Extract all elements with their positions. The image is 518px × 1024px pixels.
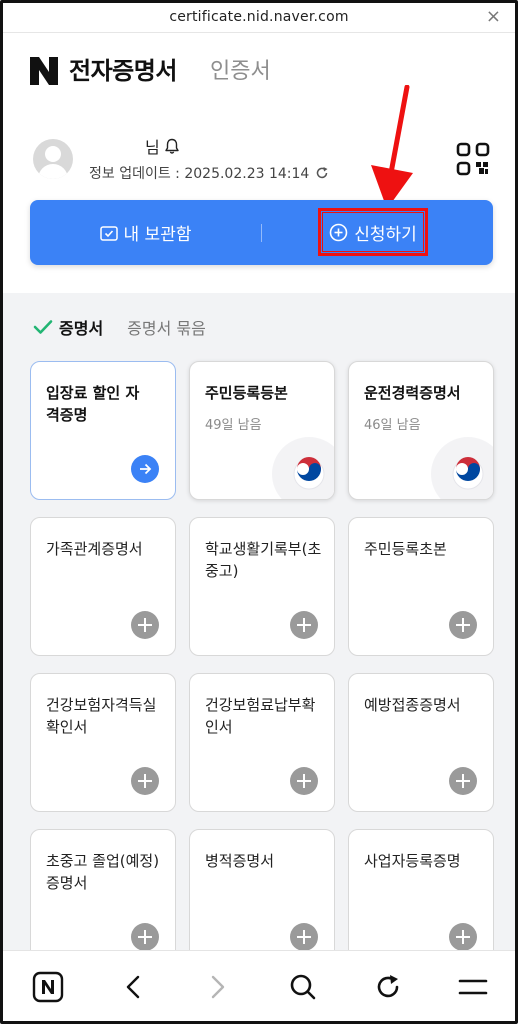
certificate-tabs: 증명서 증명서 묶음 <box>33 315 206 339</box>
reload-icon <box>377 975 399 998</box>
plus-icon[interactable] <box>449 923 477 951</box>
tab-certificates-label: 증명서 <box>59 319 104 338</box>
back-button[interactable] <box>115 969 151 1005</box>
plus-icon[interactable] <box>449 767 477 795</box>
reload-button[interactable] <box>370 969 406 1005</box>
forward-icon <box>211 975 225 999</box>
qr-code-icon[interactable] <box>455 141 491 177</box>
card-title: 입장료 할인 자격증명 <box>46 384 140 424</box>
menu-icon <box>458 979 488 995</box>
card-title: 사업자등록증명 <box>364 852 461 870</box>
archive-check-icon <box>99 225 118 241</box>
my-storage-button[interactable]: 내 보관함 <box>30 200 261 265</box>
url-bar: certificate.nid.naver.com × <box>3 3 515 33</box>
card-title: 가족관계증명서 <box>46 540 143 558</box>
url-text: certificate.nid.naver.com <box>169 9 349 25</box>
update-label: 정보 업데이트 : 2025.02.23 14:14 <box>89 166 310 182</box>
forward-button[interactable] <box>200 969 236 1005</box>
refresh-icon[interactable] <box>315 166 329 180</box>
card-resident-abstract[interactable]: 주민등록초본 <box>348 517 494 656</box>
plus-icon[interactable] <box>290 611 318 639</box>
card-resident-registration-copy[interactable]: 주민등록등본 49일 남음 <box>189 361 335 500</box>
naver-home-button[interactable] <box>30 969 66 1005</box>
tab-certificates[interactable]: 증명서 <box>33 315 103 339</box>
check-icon <box>33 320 53 334</box>
card-admission-discount[interactable]: 입장료 할인 자격증명 <box>30 361 176 500</box>
plus-icon[interactable] <box>131 611 159 639</box>
pointer-arrow-icon <box>371 85 413 209</box>
card-title: 운전경력증명서 <box>364 384 461 402</box>
apply-button[interactable]: 신청하기 <box>318 208 428 256</box>
name-suffix: 님 <box>145 138 160 157</box>
card-business-registration[interactable]: 사업자등록증명 <box>348 829 494 968</box>
plus-icon[interactable] <box>290 767 318 795</box>
plus-circle-icon <box>329 223 348 241</box>
tab-certificate-bundles[interactable]: 증명서 묶음 <box>127 315 206 339</box>
app-header: 전자증명서 인증서 <box>3 33 515 103</box>
page-title: 전자증명서 <box>69 57 177 85</box>
card-title: 예방접종증명서 <box>364 696 461 714</box>
card-title: 건강보험자격득실확인서 <box>46 696 157 736</box>
card-title: 학교생활기록부(초중고) <box>205 540 322 580</box>
card-graduation[interactable]: 초중고 졸업(예정)증명서 <box>30 829 176 968</box>
plus-icon[interactable] <box>131 923 159 951</box>
card-title: 주민등록초본 <box>364 540 447 558</box>
apply-label: 신청하기 <box>354 224 417 245</box>
card-military-service[interactable]: 병적증명서 <box>189 829 335 968</box>
action-bar: 내 보관함 신청하기 <box>30 200 493 265</box>
card-title: 병적증명서 <box>205 852 275 870</box>
back-icon <box>126 975 140 999</box>
close-button[interactable]: × <box>486 6 501 27</box>
tab-certificate[interactable]: 인증서 <box>210 53 271 85</box>
card-title: 주민등록등본 <box>205 384 288 402</box>
search-button[interactable] <box>285 969 321 1005</box>
bottom-navigation <box>3 950 515 1021</box>
card-family-relation[interactable]: 가족관계증명서 <box>30 517 176 656</box>
user-name-row: 님 <box>145 134 180 158</box>
card-title: 초중고 졸업(예정)증명서 <box>46 852 160 892</box>
card-title: 건강보험료납부확인서 <box>205 696 316 736</box>
korea-emblem-icon <box>272 437 334 499</box>
my-storage-label: 내 보관함 <box>123 225 192 245</box>
plus-icon[interactable] <box>449 611 477 639</box>
card-vaccination[interactable]: 예방접종증명서 <box>348 673 494 812</box>
bell-icon[interactable] <box>164 138 180 155</box>
card-health-insurance-qualification[interactable]: 건강보험자격득실확인서 <box>30 673 176 812</box>
app-frame: certificate.nid.naver.com × 전자증명서 인증서 님 … <box>0 0 518 1024</box>
card-health-insurance-payment[interactable]: 건강보험료납부확인서 <box>189 673 335 812</box>
naver-n-icon <box>30 57 58 85</box>
arrow-right-icon[interactable] <box>131 455 159 483</box>
days-remaining: 46일 남음 <box>364 418 421 433</box>
search-icon <box>290 974 316 1000</box>
avatar[interactable] <box>33 139 73 179</box>
korea-emblem-icon <box>431 437 493 499</box>
days-remaining: 49일 남음 <box>205 418 262 433</box>
plus-icon[interactable] <box>290 923 318 951</box>
menu-button[interactable] <box>455 969 491 1005</box>
card-school-record[interactable]: 학교생활기록부(초중고) <box>189 517 335 656</box>
action-divider <box>261 224 262 242</box>
naver-n-icon <box>32 971 64 1003</box>
certificate-list-area: 증명서 증명서 묶음 입장료 할인 자격증명 주민등록등본 49일 남음 운전경… <box>3 293 515 968</box>
card-driving-record[interactable]: 운전경력증명서 46일 남음 <box>348 361 494 500</box>
plus-icon[interactable] <box>131 767 159 795</box>
info-update-row: 정보 업데이트 : 2025.02.23 14:14 <box>89 163 329 183</box>
